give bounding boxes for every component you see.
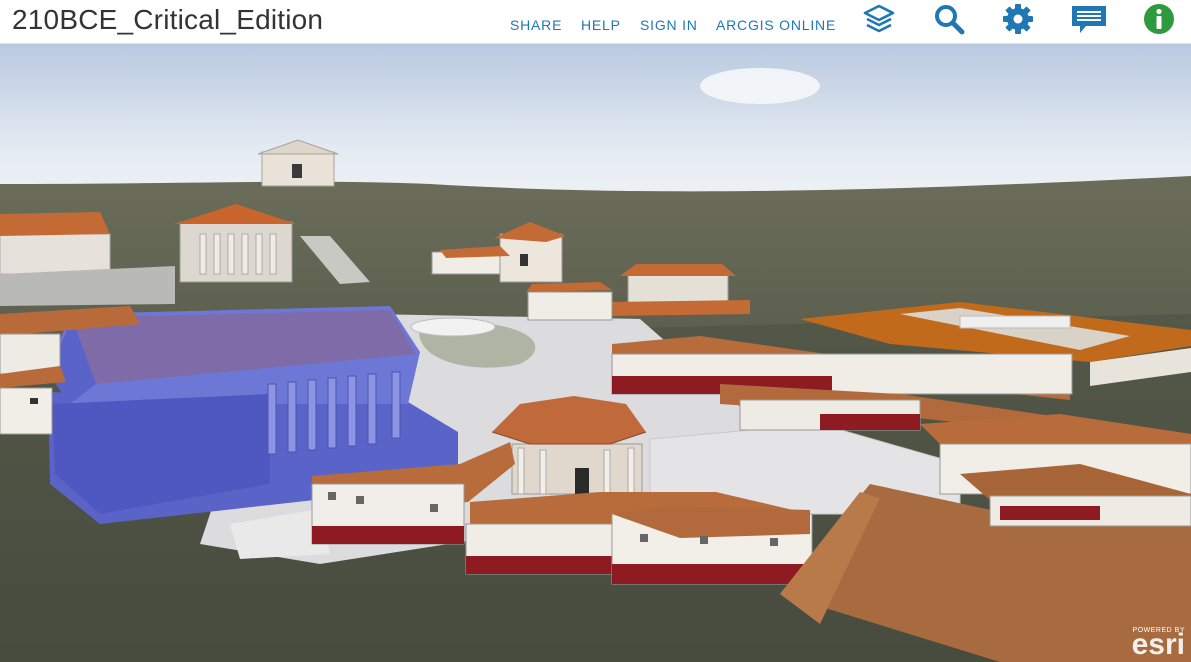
round-temple: [491, 396, 647, 495]
esri-attribution: POWERED BY esri: [1132, 627, 1185, 662]
sign-in-link[interactable]: SIGN IN: [640, 17, 698, 33]
layers-button[interactable]: [857, 0, 901, 40]
scene-canvas[interactable]: [0, 44, 1191, 662]
cloud: [700, 68, 820, 104]
layers-icon: [863, 4, 895, 33]
settings-button[interactable]: [996, 0, 1040, 40]
search-icon: [935, 5, 965, 35]
hillside-stoa: [526, 282, 613, 321]
share-link[interactable]: SHARE: [510, 17, 562, 33]
info-icon: [1144, 4, 1174, 34]
info-button[interactable]: [1137, 0, 1181, 40]
comment-icon: [1072, 6, 1106, 33]
app-header: 210BCE_Critical_Edition SHARE HELP SIGN …: [0, 0, 1191, 44]
comments-button[interactable]: [1067, 0, 1111, 40]
search-button[interactable]: [927, 0, 971, 40]
help-link[interactable]: HELP: [581, 17, 621, 33]
app-title: 210BCE_Critical_Edition: [12, 4, 324, 35]
3d-scene-view[interactable]: POWERED BY esri: [0, 44, 1191, 662]
arcgis-online-link[interactable]: ARCGIS ONLINE: [716, 17, 836, 33]
esri-logo: esri: [1131, 628, 1185, 661]
settings-gear-icon: [1003, 4, 1033, 34]
round-platform: [410, 317, 496, 337]
